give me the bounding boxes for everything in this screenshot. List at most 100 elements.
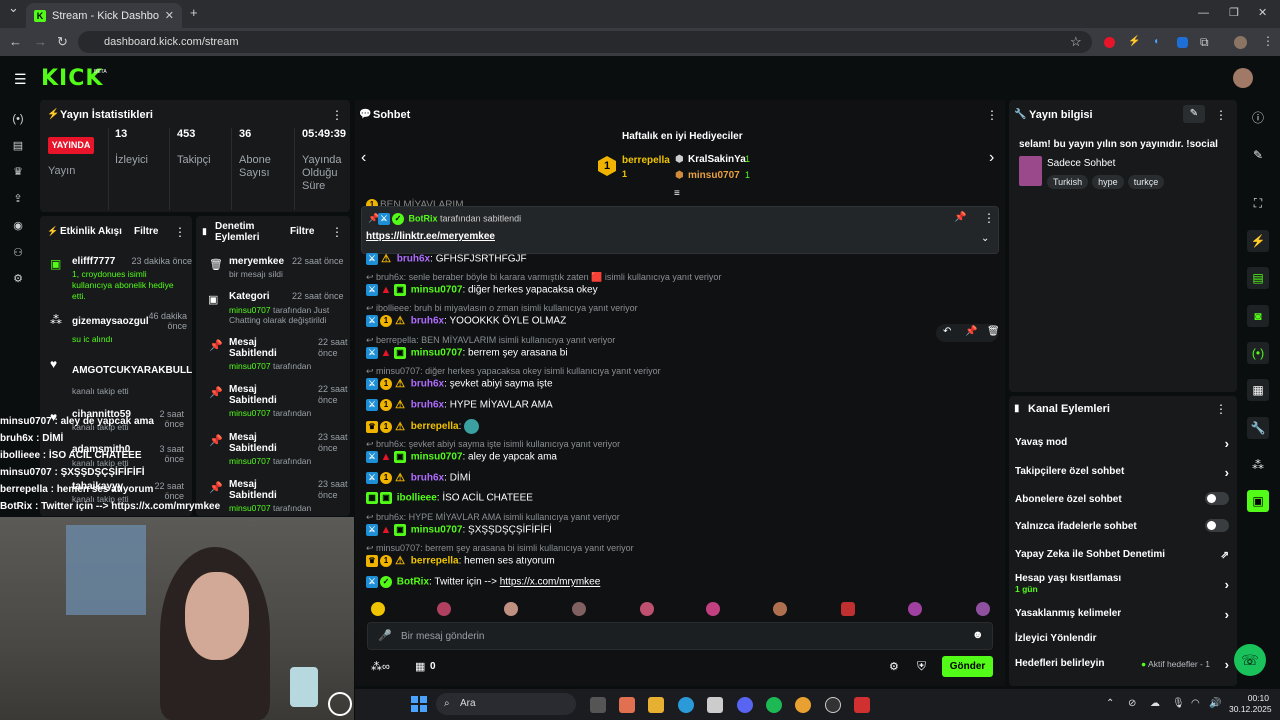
address-bar[interactable]: dashboard.kick.com/stream [78,31,1092,53]
gifter1-name[interactable]: berrepella [622,155,670,166]
category-name[interactable]: Sadece Sohbet [1047,158,1115,169]
tray-icon[interactable]: ⊘ [1128,698,1136,709]
chat-username[interactable]: minsu0707 [411,348,463,359]
activity-user[interactable]: AMGOTCUKYARAKBULL [72,365,192,376]
pinned-link[interactable]: https://linktr.ee/meryemkee [366,231,495,242]
broadcast-icon[interactable]: (•) [1247,342,1269,364]
close-window-icon[interactable]: ✕ [1258,0,1267,27]
mod-panel-icon[interactable]: ▦ [1247,379,1269,401]
chat-username[interactable]: bruh6x [411,400,444,411]
restore-icon[interactable]: ❐ [1229,0,1239,27]
chat-settings-icon[interactable]: ⚙ [889,660,899,673]
gifter3-name[interactable]: minsu0707 [688,170,740,181]
upload-icon[interactable]: ⇪ [10,191,26,207]
channel-actions-menu-icon[interactable]: ⋮ [1215,402,1227,416]
stats-menu-icon[interactable]: ⋮ [331,108,343,122]
chat-bubble-icon[interactable]: ◙ [1247,305,1269,327]
user-avatar[interactable] [1233,68,1253,88]
channel-points-icon[interactable]: ⁂∞ [371,660,390,673]
chat-message[interactable]: ⚔ ▲ ▣ minsu0707: diğer herkes yapacaksa ok… [366,284,598,296]
tab-search-icon[interactable]: ⌄ [8,0,19,22]
emote-icon[interactable] [504,602,518,616]
edge-icon[interactable] [678,697,694,713]
activity-filter-button[interactable]: Filtre [134,226,158,237]
chat-input[interactable]: 🎤 Bir mesaj gönderin ☻ [367,622,993,650]
followers-only-row[interactable]: Takipçilere özel sohbet › [1015,465,1229,480]
chat-message[interactable]: ▦ ▣ ibollieee: İSO ACİL CHATEEE [366,492,533,504]
trophy-icon[interactable]: ♛ [10,164,26,180]
focus-icon[interactable]: ⛶ [1247,192,1269,214]
emote-icon[interactable] [706,602,720,616]
bookmark-star-icon[interactable]: ☆ [1070,28,1082,56]
new-tab-icon[interactable]: + [190,0,198,27]
reply-context[interactable]: ↩ bruh6x: şevket abiyi sayma işte isimli… [366,439,620,450]
chat-link[interactable]: https://x.com/mrymkee [500,577,601,588]
extension-icon[interactable]: ⚡ [1128,36,1140,48]
chat-message[interactable]: ⚔ ▲ ▣ minsu0707: ŞXŞŞDŞÇŞİFİFİFİ [366,524,552,536]
chat-message[interactable]: ♛ 1 ⚠ berrepella: hemen ses atıyorum [366,555,555,567]
goals-row[interactable]: Hedefleri belirleyin ● Aktif hedefler - 1… [1015,657,1229,672]
chat-message[interactable]: ⚔ 1 ⚠ bruh6x: YOOOKKK ÖYLE OLMAZ [366,315,566,327]
chat-username[interactable]: bruh6x [411,379,444,390]
minimize-icon[interactable]: — [1198,0,1209,27]
emote-icon[interactable] [976,602,990,616]
taskbar-search[interactable]: ⌕ Ara [436,693,576,715]
clock[interactable]: 00:10 30.12.2025 [1229,693,1272,715]
wifi-icon[interactable]: ◠ [1191,698,1200,709]
dashboard-icon[interactable]: ▤ [10,138,26,154]
notes-icon[interactable]: ▤ [1247,267,1269,289]
copilot-icon[interactable] [619,697,635,713]
extension-icon[interactable]: ◖ [1153,36,1165,48]
viewer-redirect-row[interactable]: İzleyici Yönlendir [1015,633,1229,644]
subs-only-toggle[interactable] [1205,492,1229,505]
chat-username[interactable]: minsu0707 [411,525,463,536]
users-icon[interactable]: ⚇ [10,245,26,261]
app-icon[interactable]: ▣ [1247,490,1269,512]
extension-icon[interactable] [1104,37,1115,48]
emote-icon[interactable] [371,602,385,616]
tag[interactable]: turkçe [1127,175,1165,189]
tools-icon[interactable]: 🔧 [1247,417,1269,439]
tag[interactable]: Turkish [1047,175,1089,189]
moderation-user[interactable]: minsu0707 [229,305,271,315]
collapse-gifters-icon[interactable]: ≡ [674,188,680,199]
chat-message[interactable]: ♛ 1 ⚠ berrepella: [366,419,481,434]
moderation-filter-button[interactable]: Filtre [290,226,314,237]
delete-message-icon[interactable]: 🗑 [987,326,1000,337]
mod-view-icon[interactable]: ⛨ [917,659,926,674]
slow-mode-row[interactable]: Yavaş mod › [1015,436,1229,451]
extension-icon[interactable] [1177,37,1188,48]
chat-username[interactable]: bruh6x [411,473,444,484]
chat-username[interactable]: bruh6x [397,254,430,265]
chat-username[interactable]: ibollieee [397,493,437,504]
pinned-by-user[interactable]: BotRix [409,213,438,223]
quick-action-icon[interactable]: ⚡ [1247,230,1269,252]
chat-message[interactable]: ⚔ ⚠ bruh6x: GFHSFJSRTHFGJF [366,253,527,265]
emote-icon[interactable] [841,602,855,616]
gifters-prev-icon[interactable]: ‹ [361,149,366,167]
discord-icon[interactable] [737,697,753,713]
unpin-icon[interactable]: 📌 [954,212,966,223]
browser-tab[interactable]: K Stream - Kick Dashboard ✕ [26,3,182,28]
emotes-only-toggle[interactable] [1205,519,1229,532]
pin-message-icon[interactable]: 📌 [965,326,977,337]
browser-menu-icon[interactable]: ⋮ [1262,34,1274,48]
chat-menu-icon[interactable]: ⋮ [986,108,998,122]
chat-message[interactable]: ⚔ ✓ BotRix: Twitter için --> https://x.co… [366,576,600,588]
ai-moderation-row[interactable]: Yapay Zeka ile Sohbet Denetimi ⇗ [1015,549,1229,561]
microphone-tray-icon[interactable]: 🎙 [1172,698,1185,709]
pinned-menu-icon[interactable]: ⋮ [983,211,995,225]
extensions-puzzle-icon[interactable]: ⧉ [1200,35,1209,50]
chat-username[interactable]: minsu0707 [411,285,463,296]
obs-taskbar-icon[interactable] [825,697,841,713]
pinned-message[interactable]: 📌 ⚔ ✓ BotRix tarafından sabitlendi https:… [361,206,999,254]
hamburger-menu-icon[interactable]: ☰ [14,71,27,88]
camera-icon[interactable]: ◉ [10,218,26,234]
forward-icon[interactable]: → [34,28,47,56]
chat-username[interactable]: berrepella [411,556,459,567]
chat-message[interactable]: ⚔ 1 ⚠ bruh6x: şevket abiyi sayma işte [366,378,553,390]
microphone-icon[interactable]: 🎤 [378,629,392,642]
close-tab-icon[interactable]: ✕ [165,9,174,22]
chat-message[interactable]: ⚔ 1 ⚠ bruh6x: DİMİ [366,472,471,484]
chat-username[interactable]: minsu0707 [411,452,463,463]
